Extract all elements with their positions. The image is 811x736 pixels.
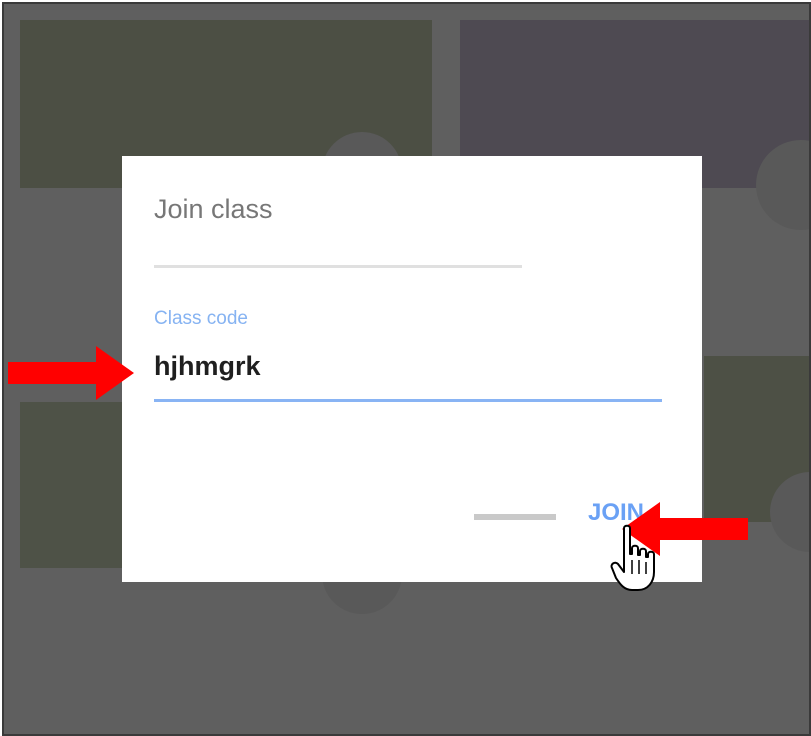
- dialog-title: Join class: [154, 194, 273, 224]
- cancel-button[interactable]: [474, 514, 556, 520]
- hand-pointer-icon: [610, 524, 655, 591]
- join-class-dialog: Join class Class code JOIN: [122, 156, 702, 582]
- title-divider: [154, 265, 522, 268]
- class-code-input[interactable]: [154, 346, 662, 386]
- red-arrow-icon: [8, 346, 134, 400]
- class-code-underline: [154, 399, 662, 402]
- class-code-label: Class code: [154, 308, 248, 329]
